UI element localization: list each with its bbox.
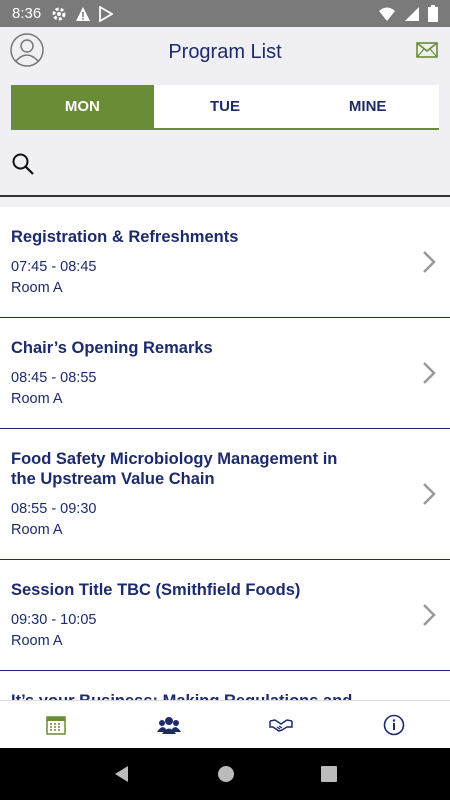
session-room: Room A: [11, 391, 63, 407]
info-icon: [383, 714, 405, 735]
tab-mine[interactable]: MINE: [296, 85, 439, 128]
session-room: Room A: [11, 633, 63, 649]
session-item[interactable]: Registration & Refreshments 07:45 - 08:4…: [0, 207, 450, 318]
session-title: Session Title TBC (Smithfield Foods): [11, 581, 301, 599]
session-item[interactable]: Chair’s Opening Remarks 08:45 - 08:55 Ro…: [0, 318, 450, 429]
status-bar: 8:36: [0, 0, 450, 27]
system-navigation-bar: [0, 748, 450, 800]
nav-calendar[interactable]: [0, 701, 113, 748]
nav-attendees[interactable]: [113, 701, 226, 748]
user-avatar-icon[interactable]: [10, 33, 44, 67]
app-header: Program List: [0, 27, 450, 77]
session-time: 08:55 - 09:30: [11, 501, 97, 517]
mail-icon[interactable]: [416, 42, 438, 58]
page-title: Program List: [168, 40, 282, 63]
session-list[interactable]: Registration & Refreshments 07:45 - 08:4…: [0, 207, 450, 700]
search-icon[interactable]: [11, 152, 35, 176]
handshake-icon: [269, 718, 293, 732]
session-item[interactable]: Session Title TBC (Smithfield Foods) 09:…: [0, 560, 450, 671]
session-item[interactable]: It’s your Business: Making Regulations a…: [0, 671, 450, 700]
settings-gear-icon: [52, 7, 66, 20]
session-time: 08:45 - 08:55: [11, 370, 97, 386]
tab-tue[interactable]: TUE: [154, 85, 297, 128]
chevron-right-icon: [423, 251, 436, 273]
chevron-right-icon: [423, 362, 436, 384]
search-divider: [0, 195, 450, 197]
session-title: Food Safety Microbiology Management in t…: [11, 450, 338, 488]
session-item[interactable]: Food Safety Microbiology Management in t…: [0, 429, 450, 560]
nav-info[interactable]: [338, 701, 450, 748]
chevron-right-icon: [423, 604, 436, 626]
session-room: Room A: [11, 522, 63, 538]
people-icon: [156, 716, 181, 734]
session-room: Room A: [11, 280, 63, 296]
session-title: Chair’s Opening Remarks: [11, 339, 213, 357]
session-time: 09:30 - 10:05: [11, 612, 97, 628]
nav-partners[interactable]: [225, 701, 338, 748]
back-icon[interactable]: [113, 765, 131, 783]
play-store-icon: [99, 5, 114, 22]
wifi-icon: [379, 7, 395, 21]
status-time: 8:36: [12, 5, 42, 22]
session-time: 07:45 - 08:45: [11, 259, 97, 275]
tab-mon[interactable]: MON: [11, 85, 154, 128]
session-title: Registration & Refreshments: [11, 228, 239, 246]
battery-icon: [428, 5, 438, 22]
session-title: It’s your Business: Making Regulations a…: [11, 691, 360, 700]
bottom-navigation: [0, 700, 450, 748]
recents-icon[interactable]: [321, 766, 337, 782]
home-icon[interactable]: [217, 765, 235, 783]
warning-icon: [76, 6, 91, 21]
chevron-right-icon: [423, 483, 436, 505]
signal-icon: [405, 6, 419, 21]
calendar-icon: [46, 715, 66, 735]
day-tabs: MON TUE MINE: [11, 85, 439, 130]
